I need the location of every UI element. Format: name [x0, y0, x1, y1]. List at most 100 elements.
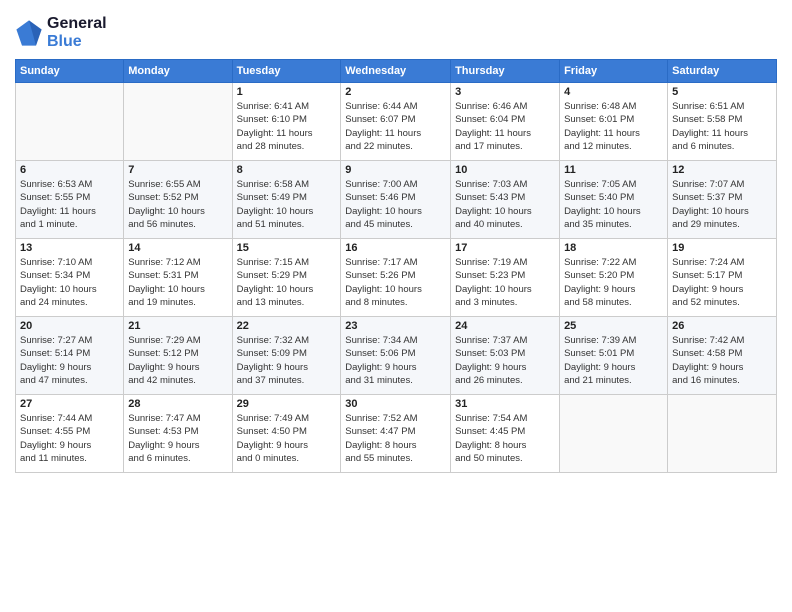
calendar-cell: 23 Sunrise: 7:34 AMSunset: 5:06 PMDayligh…: [341, 317, 451, 395]
calendar-table: SundayMondayTuesdayWednesdayThursdayFrid…: [15, 59, 777, 473]
day-info: Sunrise: 6:46 AMSunset: 6:04 PMDaylight:…: [455, 100, 555, 153]
day-number: 29: [237, 398, 337, 410]
calendar-week-row: 27Sunrise: 7:44 AMSunset: 4:55 PMDayligh…: [16, 395, 777, 473]
day-info: Sunrise: 7:05 AMSunset: 5:40 PMDaylight:…: [564, 178, 663, 231]
day-number: 11: [564, 164, 663, 176]
day-number: 25: [564, 320, 663, 332]
calendar-cell: 11 Sunrise: 7:05 AMSunset: 5:40 PMDayligh…: [560, 161, 668, 239]
day-number: 28: [128, 398, 227, 410]
day-of-week-header: Wednesday: [341, 60, 451, 83]
calendar-cell: 22Sunrise: 7:32 AMSunset: 5:09 PMDayligh…: [232, 317, 341, 395]
calendar-week-row: 13Sunrise: 7:10 AMSunset: 5:34 PMDayligh…: [16, 239, 777, 317]
day-info: Sunrise: 7:07 AMSunset: 5:37 PMDaylight:…: [672, 178, 772, 231]
calendar-cell: 27Sunrise: 7:44 AMSunset: 4:55 PMDayligh…: [16, 395, 124, 473]
day-info: Sunrise: 7:42 AMSunset: 4:58 PMDaylight:…: [672, 334, 772, 387]
day-number: 18: [564, 242, 663, 254]
day-number: 6: [20, 164, 119, 176]
day-of-week-header: Friday: [560, 60, 668, 83]
day-number: 27: [20, 398, 119, 410]
day-number: 24: [455, 320, 555, 332]
calendar-cell: 28 Sunrise: 7:47 AMSunset: 4:53 PMDayligh…: [124, 395, 232, 473]
day-number: 7: [128, 164, 227, 176]
day-info: Sunrise: 7:15 AMSunset: 5:29 PMDaylight:…: [237, 256, 337, 309]
day-number: 16: [345, 242, 446, 254]
calendar-cell: 2 Sunrise: 6:44 AMSunset: 6:07 PMDaylight…: [341, 83, 451, 161]
day-info: Sunrise: 7:17 AMSunset: 5:26 PMDaylight:…: [345, 256, 446, 309]
logo-text: General Blue: [47, 15, 107, 51]
day-number: 2: [345, 86, 446, 98]
calendar-cell: 19 Sunrise: 7:24 AMSunset: 5:17 PMDayligh…: [668, 239, 777, 317]
calendar-cell: 30 Sunrise: 7:52 AMSunset: 4:47 PMDayligh…: [341, 395, 451, 473]
day-info: Sunrise: 7:34 AMSunset: 5:06 PMDaylight:…: [345, 334, 446, 387]
calendar-cell: 14Sunrise: 7:12 AMSunset: 5:31 PMDayligh…: [124, 239, 232, 317]
calendar-week-row: 20 Sunrise: 7:27 AMSunset: 5:14 PMDayligh…: [16, 317, 777, 395]
day-of-week-header: Thursday: [451, 60, 560, 83]
day-info: Sunrise: 7:37 AMSunset: 5:03 PMDaylight:…: [455, 334, 555, 387]
logo: General Blue: [15, 15, 107, 51]
day-number: 1: [237, 86, 337, 98]
day-info: Sunrise: 7:22 AMSunset: 5:20 PMDaylight:…: [564, 256, 663, 309]
day-number: 15: [237, 242, 337, 254]
day-info: Sunrise: 6:58 AMSunset: 5:49 PMDaylight:…: [237, 178, 337, 231]
day-number: 30: [345, 398, 446, 410]
day-number: 13: [20, 242, 119, 254]
day-number: 21: [128, 320, 227, 332]
calendar-cell: 9 Sunrise: 7:00 AMSunset: 5:46 PMDaylight…: [341, 161, 451, 239]
calendar-cell: 26 Sunrise: 7:42 AMSunset: 4:58 PMDayligh…: [668, 317, 777, 395]
day-info: Sunrise: 7:03 AMSunset: 5:43 PMDaylight:…: [455, 178, 555, 231]
calendar-cell: 18 Sunrise: 7:22 AMSunset: 5:20 PMDayligh…: [560, 239, 668, 317]
day-info: Sunrise: 7:54 AMSunset: 4:45 PMDaylight:…: [455, 412, 555, 465]
calendar-cell: 10 Sunrise: 7:03 AMSunset: 5:43 PMDayligh…: [451, 161, 560, 239]
day-number: 26: [672, 320, 772, 332]
calendar-cell: [124, 83, 232, 161]
day-number: 10: [455, 164, 555, 176]
calendar-cell: 13Sunrise: 7:10 AMSunset: 5:34 PMDayligh…: [16, 239, 124, 317]
calendar-cell: 4Sunrise: 6:48 AMSunset: 6:01 PMDaylight…: [560, 83, 668, 161]
calendar-cell: 12 Sunrise: 7:07 AMSunset: 5:37 PMDayligh…: [668, 161, 777, 239]
day-number: 31: [455, 398, 555, 410]
day-info: Sunrise: 6:51 AMSunset: 5:58 PMDaylight:…: [672, 100, 772, 153]
day-number: 23: [345, 320, 446, 332]
calendar-header-row: SundayMondayTuesdayWednesdayThursdayFrid…: [16, 60, 777, 83]
calendar-cell: 8Sunrise: 6:58 AMSunset: 5:49 PMDaylight…: [232, 161, 341, 239]
day-info: Sunrise: 7:00 AMSunset: 5:46 PMDaylight:…: [345, 178, 446, 231]
day-info: Sunrise: 6:55 AMSunset: 5:52 PMDaylight:…: [128, 178, 227, 231]
day-info: Sunrise: 7:29 AMSunset: 5:12 PMDaylight:…: [128, 334, 227, 387]
day-of-week-header: Tuesday: [232, 60, 341, 83]
day-info: Sunrise: 7:47 AMSunset: 4:53 PMDaylight:…: [128, 412, 227, 465]
calendar-week-row: 6 Sunrise: 6:53 AMSunset: 5:55 PMDaylight…: [16, 161, 777, 239]
page-container: General Blue SundayMondayTuesdayWednesda…: [0, 0, 792, 483]
calendar-cell: [16, 83, 124, 161]
calendar-cell: 7 Sunrise: 6:55 AMSunset: 5:52 PMDaylight…: [124, 161, 232, 239]
day-number: 20: [20, 320, 119, 332]
day-info: Sunrise: 7:19 AMSunset: 5:23 PMDaylight:…: [455, 256, 555, 309]
day-of-week-header: Saturday: [668, 60, 777, 83]
calendar-cell: 29 Sunrise: 7:49 AMSunset: 4:50 PMDayligh…: [232, 395, 341, 473]
day-number: 12: [672, 164, 772, 176]
day-of-week-header: Monday: [124, 60, 232, 83]
calendar-cell: 20 Sunrise: 7:27 AMSunset: 5:14 PMDayligh…: [16, 317, 124, 395]
calendar-cell: 15 Sunrise: 7:15 AMSunset: 5:29 PMDayligh…: [232, 239, 341, 317]
calendar-cell: 31 Sunrise: 7:54 AMSunset: 4:45 PMDayligh…: [451, 395, 560, 473]
calendar-cell: 21 Sunrise: 7:29 AMSunset: 5:12 PMDayligh…: [124, 317, 232, 395]
calendar-cell: 17 Sunrise: 7:19 AMSunset: 5:23 PMDayligh…: [451, 239, 560, 317]
calendar-cell: 16 Sunrise: 7:17 AMSunset: 5:26 PMDayligh…: [341, 239, 451, 317]
day-number: 5: [672, 86, 772, 98]
day-info: Sunrise: 7:24 AMSunset: 5:17 PMDaylight:…: [672, 256, 772, 309]
day-of-week-header: Sunday: [16, 60, 124, 83]
day-number: 19: [672, 242, 772, 254]
calendar-cell: 6 Sunrise: 6:53 AMSunset: 5:55 PMDaylight…: [16, 161, 124, 239]
day-info: Sunrise: 7:49 AMSunset: 4:50 PMDaylight:…: [237, 412, 337, 465]
calendar-cell: 25Sunrise: 7:39 AMSunset: 5:01 PMDayligh…: [560, 317, 668, 395]
calendar-cell: 1 Sunrise: 6:41 AMSunset: 6:10 PMDaylight…: [232, 83, 341, 161]
day-number: 17: [455, 242, 555, 254]
day-info: Sunrise: 7:27 AMSunset: 5:14 PMDaylight:…: [20, 334, 119, 387]
day-number: 9: [345, 164, 446, 176]
day-info: Sunrise: 6:41 AMSunset: 6:10 PMDaylight:…: [237, 100, 337, 153]
day-info: Sunrise: 7:52 AMSunset: 4:47 PMDaylight:…: [345, 412, 446, 465]
day-info: Sunrise: 6:53 AMSunset: 5:55 PMDaylight:…: [20, 178, 119, 231]
day-number: 3: [455, 86, 555, 98]
day-info: Sunrise: 6:44 AMSunset: 6:07 PMDaylight:…: [345, 100, 446, 153]
day-number: 4: [564, 86, 663, 98]
calendar-cell: [560, 395, 668, 473]
